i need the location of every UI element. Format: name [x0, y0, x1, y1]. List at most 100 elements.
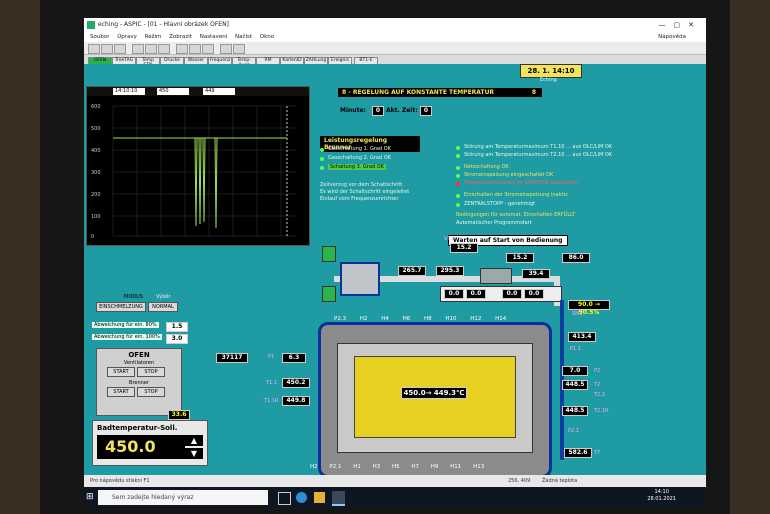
menu-zobrazit[interactable]: Zobrazit	[169, 34, 192, 40]
toolbar-zoom-icon[interactable]	[176, 44, 188, 54]
trend-chart[interactable]: 14:10:10 450 449 600 500 400 300 200 100…	[86, 86, 310, 246]
oven-bath: 450.0→ 449.3℃	[354, 356, 516, 438]
windows-start-icon[interactable]: ⊞	[86, 492, 96, 502]
value-t2b: 448.5	[562, 406, 588, 416]
burner-start-button[interactable]: START	[107, 387, 135, 397]
label-t2: T2	[594, 382, 601, 388]
toolbar-chart-icon[interactable]	[189, 44, 201, 54]
alarm-line-7: ZENTRALSTOPP - genehmigt	[464, 201, 536, 207]
menu-nacist[interactable]: Načíst	[235, 34, 252, 40]
menu-soubor[interactable]: Soubor	[90, 34, 109, 40]
burner-note-1: Zeitverzug vor dem Schaltschritt	[320, 182, 403, 188]
burner-line-2: Gasschaltung 2. Grad OK	[328, 155, 391, 161]
burner-3-indicator	[320, 166, 324, 170]
value-row-b: 0.0	[466, 289, 486, 299]
cooler	[480, 268, 512, 284]
heat-exchanger	[340, 262, 380, 296]
valve-green-2	[322, 286, 336, 302]
toolbar-cut-icon[interactable]	[145, 44, 157, 54]
series-actual-line	[194, 137, 218, 229]
setpoint-panel: Badtemperatur-Soll. 450.0 ▲ ▼	[92, 420, 208, 466]
menu-rezim[interactable]: Režim	[145, 34, 162, 40]
ytick-100: 100	[91, 214, 101, 220]
deviation-80-input[interactable]: 1.5	[166, 322, 188, 332]
burner-stop-button[interactable]: STOP	[137, 387, 165, 397]
file-explorer-icon[interactable]	[314, 492, 325, 503]
status-coords: 256, 409	[508, 478, 531, 484]
burner-note-3: Einlauf vom Frequenzumrichter	[320, 196, 399, 202]
toolbar-print-icon[interactable]	[132, 44, 144, 54]
system-clock[interactable]: 14:10 28.01.2021	[647, 489, 676, 503]
status-bar: Pro nápovědu stiskni F1 256, 409 Žádná t…	[84, 475, 706, 487]
ytick-400: 400	[91, 148, 101, 154]
setpoint-down-icon[interactable]: ▼	[185, 448, 203, 459]
fan-value: 33.6	[168, 410, 190, 420]
label-t1-1r: T1.1R	[264, 398, 279, 404]
value-p-right: 413.4	[568, 332, 596, 342]
akt-zeit-label: Akt. Zeit:	[386, 107, 418, 114]
setpoint-up-icon[interactable]: ▲	[185, 435, 203, 446]
edge-browser-icon[interactable]	[296, 492, 307, 503]
ytick-500: 500	[91, 126, 101, 132]
ofen-subtitle: Ventilatoren	[123, 360, 155, 366]
label-p2: P2	[594, 368, 601, 374]
label-sm1: SM1	[572, 311, 583, 317]
alarm-line-9: Automatischer Programmstart	[456, 220, 532, 226]
value-p2: 7.0	[562, 366, 588, 376]
alarm-5-indicator	[456, 182, 460, 186]
chart-tag-actual: 449	[203, 88, 235, 95]
deviation-100-input[interactable]: 3.0	[166, 334, 188, 344]
process-view: 28. 1. 14:10 Eching 14:10:10 450 449 600	[84, 64, 706, 478]
toolbar-copy-icon[interactable]	[158, 44, 170, 54]
task-view-icon[interactable]	[278, 492, 291, 505]
einschmelzung-button[interactable]: EINSCHMELZUNG	[96, 302, 146, 312]
menu-help[interactable]: Nápověda	[658, 32, 686, 42]
alarm-4-indicator	[456, 174, 460, 178]
fan-start-button[interactable]: START	[107, 367, 135, 377]
ytick-0: 0	[91, 234, 94, 240]
window-controls[interactable]: —▢✕	[659, 18, 702, 32]
toolbar-alarm-icon[interactable]	[220, 44, 232, 54]
menu-okno[interactable]: Okno	[260, 34, 274, 40]
alarm-1-indicator	[456, 146, 460, 150]
ofen-panel: OFEN Ventilatoren START STOP Brenner STA…	[96, 348, 182, 416]
value-tc: 295.3	[436, 266, 464, 276]
oven-chamber[interactable]: 450.0→ 449.3℃	[318, 322, 552, 478]
fan-stop-button[interactable]: STOP	[137, 367, 165, 377]
alarm-line-1: Störung am Temperaturmaximum T1.10 ... a…	[464, 144, 613, 150]
menu-upravy[interactable]: Úpravy	[117, 34, 137, 40]
toolbar-open-icon[interactable]	[101, 44, 113, 54]
label-vt1: VT1	[444, 236, 454, 242]
normal-button[interactable]: NORMAL	[148, 302, 178, 312]
value-tl: 265.7	[398, 266, 426, 276]
value-p1b: 6.3	[282, 353, 306, 363]
deviation-80-label: Abweichung für ein. 80%	[92, 322, 159, 328]
value-t1: 450.2	[282, 378, 310, 388]
value-t26: 39.4	[522, 269, 550, 279]
valve-green-1	[322, 246, 336, 262]
taskbar: ⊞ Sem zadejte hledaný výraz 14:10 28.01.…	[84, 487, 706, 508]
oven-temperature: 450.0→ 449.3℃	[401, 387, 467, 399]
value-row-d: 0.0	[524, 289, 544, 299]
aspic-app-icon[interactable]	[332, 491, 345, 506]
ofen-title: OFEN	[128, 351, 150, 359]
setpoint-value: 450.0	[97, 435, 185, 459]
alarm-line-5: Temperaturmessung im STATISTIK abschalte…	[464, 180, 579, 186]
toolbar-new-icon[interactable]	[88, 44, 100, 54]
menu-nastaveni[interactable]: Nastavení	[200, 34, 228, 40]
toolbar-save-icon[interactable]	[114, 44, 126, 54]
alarm-line-6: Einschalten der Stromeinspeisung inaktiv	[464, 192, 568, 198]
taskbar-search-input[interactable]: Sem zadejte hledaný výraz	[98, 490, 268, 505]
toolbar-table-icon[interactable]	[202, 44, 214, 54]
modus-label: MODUS	[124, 294, 143, 300]
ytick-300: 300	[91, 170, 101, 176]
app-icon	[87, 21, 95, 29]
alarm-3-indicator	[456, 166, 460, 170]
oven-top-labels: P2.3 H2 H4 H6 H8 H10 H12 H14	[334, 316, 507, 322]
burner-2-indicator	[320, 157, 324, 161]
label-t1-1: T1.1	[266, 380, 278, 386]
label-p1: P1	[268, 354, 275, 360]
label-t7: T7	[594, 450, 601, 456]
alarm-7-indicator	[456, 203, 460, 207]
toolbar-help-icon[interactable]	[233, 44, 245, 54]
